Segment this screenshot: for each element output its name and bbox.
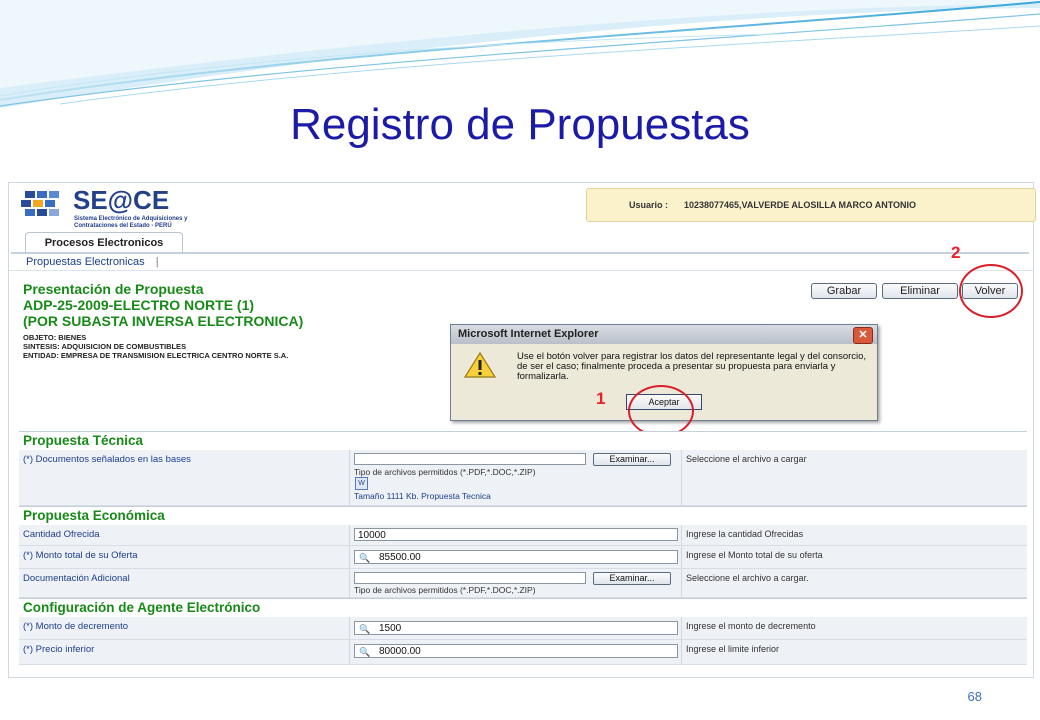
monto-total-value: 85500.00 [379, 552, 421, 563]
user-info-box: Usuario : 10238077465,VALVERDE ALOSILLA … [586, 188, 1036, 222]
row-documentos-bases: (*) Documentos señalados en las bases Ex… [19, 450, 1027, 506]
subnav: Propuestas Electronicas | [26, 256, 159, 268]
dialog-titlebar: Microsoft Internet Explorer ✕ [451, 325, 877, 344]
proposal-sintesis: SINTESIS: ADQUISICION DE COMBUSTIBLES [23, 342, 187, 351]
search-icon: 🔍 [359, 647, 371, 657]
subnav-divider [9, 270, 1033, 271]
file-input-documentacion[interactable] [354, 572, 586, 584]
section-propuesta-tecnica: Propuesta Técnica [19, 431, 1027, 451]
monto-total-input[interactable]: 🔍 85500.00 [354, 550, 678, 564]
column-divider [681, 546, 682, 568]
allowed-types-text: Tipo de archivos permitidos (*.PDF,*.DOC… [354, 467, 536, 477]
hint-precio: Ingrese el limite inferior [686, 644, 780, 654]
cantidad-ofrecida-input[interactable]: 10000 [354, 528, 678, 541]
screenshot-panel: SE@CE Sistema Electrónico de Adquisicion… [8, 182, 1036, 678]
examinar-button-economica[interactable]: Examinar... [593, 572, 671, 585]
user-label: Usuario : [629, 200, 669, 210]
examinar-button-tecnica[interactable]: Examinar... [593, 453, 671, 466]
hint-decremento: Ingrese el monto de decremento [686, 621, 816, 631]
proposal-modality: (POR SUBASTA INVERSA ELECTRONICA) [23, 313, 304, 329]
annotation-circle-aceptar [628, 385, 694, 437]
logo-wordmark: SE@CE [73, 185, 170, 215]
file-input-documentos[interactable] [354, 453, 586, 465]
row-documentacion-adicional: Documentación Adicional Examinar... Tipo… [19, 569, 1027, 598]
dialog-close-icon[interactable]: ✕ [853, 327, 873, 344]
column-divider [349, 569, 350, 597]
grabar-button[interactable]: Grabar [811, 283, 877, 299]
section-title: Propuesta Económica [23, 508, 165, 523]
hint-cantidad: Ingrese la cantidad Ofrecidas [686, 529, 804, 539]
proposal-objeto: OBJETO: BIENES [23, 333, 87, 342]
seace-logo: SE@CE Sistema Electrónico de Adquisicion… [19, 185, 209, 231]
subnav-propuestas-electronicas[interactable]: Propuestas Electronicas [26, 256, 145, 268]
section-agente-electronico: Configuración de Agente Electrónico [19, 598, 1027, 618]
warning-icon [464, 351, 496, 378]
row-cantidad-ofrecida: Cantidad Ofrecida 10000 Ingrese la canti… [19, 525, 1027, 546]
row-precio-inferior: (*) Precio inferior 🔍 80000.00 Ingrese e… [19, 640, 1027, 665]
column-divider [349, 450, 350, 505]
document-icon: W [355, 477, 368, 490]
column-divider [349, 640, 350, 664]
precio-inferior-input[interactable]: 🔍 80000.00 [354, 644, 678, 658]
hint-documentacion: Seleccione el archivo a cargar. [686, 573, 809, 583]
search-icon: 🔍 [359, 553, 371, 563]
column-divider [349, 525, 350, 545]
annotation-number-2: 2 [951, 243, 961, 262]
subnav-separator: | [155, 256, 159, 268]
tab-procesos-electronicos[interactable]: Procesos Electronicos [25, 232, 183, 253]
section-title: Configuración de Agente Electrónico [23, 600, 261, 615]
row-monto-decremento: (*) Monto de decremento 🔍 1500 Ingrese e… [19, 617, 1027, 640]
hint-documentos: Seleccione el archivo a cargar [686, 454, 807, 464]
column-divider [349, 617, 350, 639]
tab-underline [11, 252, 1029, 254]
proposal-entidad: ENTIDAD: EMPRESA DE TRANSMISION ELECTRIC… [23, 351, 289, 360]
seace-logo-icon [21, 191, 59, 216]
section-propuesta-economica: Propuesta Económica [19, 506, 1027, 526]
section-title: Propuesta Técnica [23, 433, 144, 448]
label-documentos-bases: (*) Documentos señalados en las bases [23, 454, 191, 465]
annotation-circle-volver [959, 264, 1023, 318]
column-divider [681, 617, 682, 639]
label-documentacion-adicional: Documentación Adicional [23, 573, 130, 584]
monto-decremento-value: 1500 [379, 623, 402, 634]
dialog-title: Microsoft Internet Explorer [458, 328, 599, 340]
user-value: 10238077465,VALVERDE ALOSILLA MARCO ANTO… [684, 200, 917, 210]
column-divider [349, 546, 350, 568]
allowed-types-text: Tipo de archivos permitidos (*.PDF,*.DOC… [354, 585, 536, 595]
label-cantidad-ofrecida: Cantidad Ofrecida [23, 529, 100, 540]
monto-decremento-input[interactable]: 🔍 1500 [354, 621, 678, 635]
label-monto-total: (*) Monto total de su Oferta [23, 550, 138, 561]
column-divider [681, 569, 682, 597]
eliminar-button[interactable]: Eliminar [882, 283, 958, 299]
label-monto-decremento: (*) Monto de decremento [23, 621, 129, 632]
search-icon: 🔍 [359, 624, 371, 634]
precio-inferior-value: 80000.00 [379, 646, 421, 657]
uploaded-file-link[interactable]: Tamaño 1111 Kb. Propuesta Tecnica [354, 491, 491, 501]
proposal-heading: Presentación de Propuesta [23, 281, 204, 297]
annotation-number-1: 1 [596, 389, 606, 408]
proposal-code: ADP-25-2009-ELECTRO NORTE (1) [23, 297, 255, 313]
column-divider [681, 640, 682, 664]
dialog-message: Use el botón volver para registrar los d… [517, 351, 867, 382]
column-divider [681, 525, 682, 545]
slide-page-number: 68 [967, 689, 982, 704]
slide-title: Registro de Propuestas [290, 100, 750, 149]
column-divider [681, 450, 682, 505]
label-precio-inferior: (*) Precio inferior [23, 644, 95, 655]
row-monto-total: (*) Monto total de su Oferta 🔍 85500.00 … [19, 546, 1027, 569]
logo-subtitle: Sistema Electrónico de Adquisiciones y C… [74, 216, 188, 229]
hint-monto: Ingrese el Monto total de su oferta [686, 550, 823, 560]
